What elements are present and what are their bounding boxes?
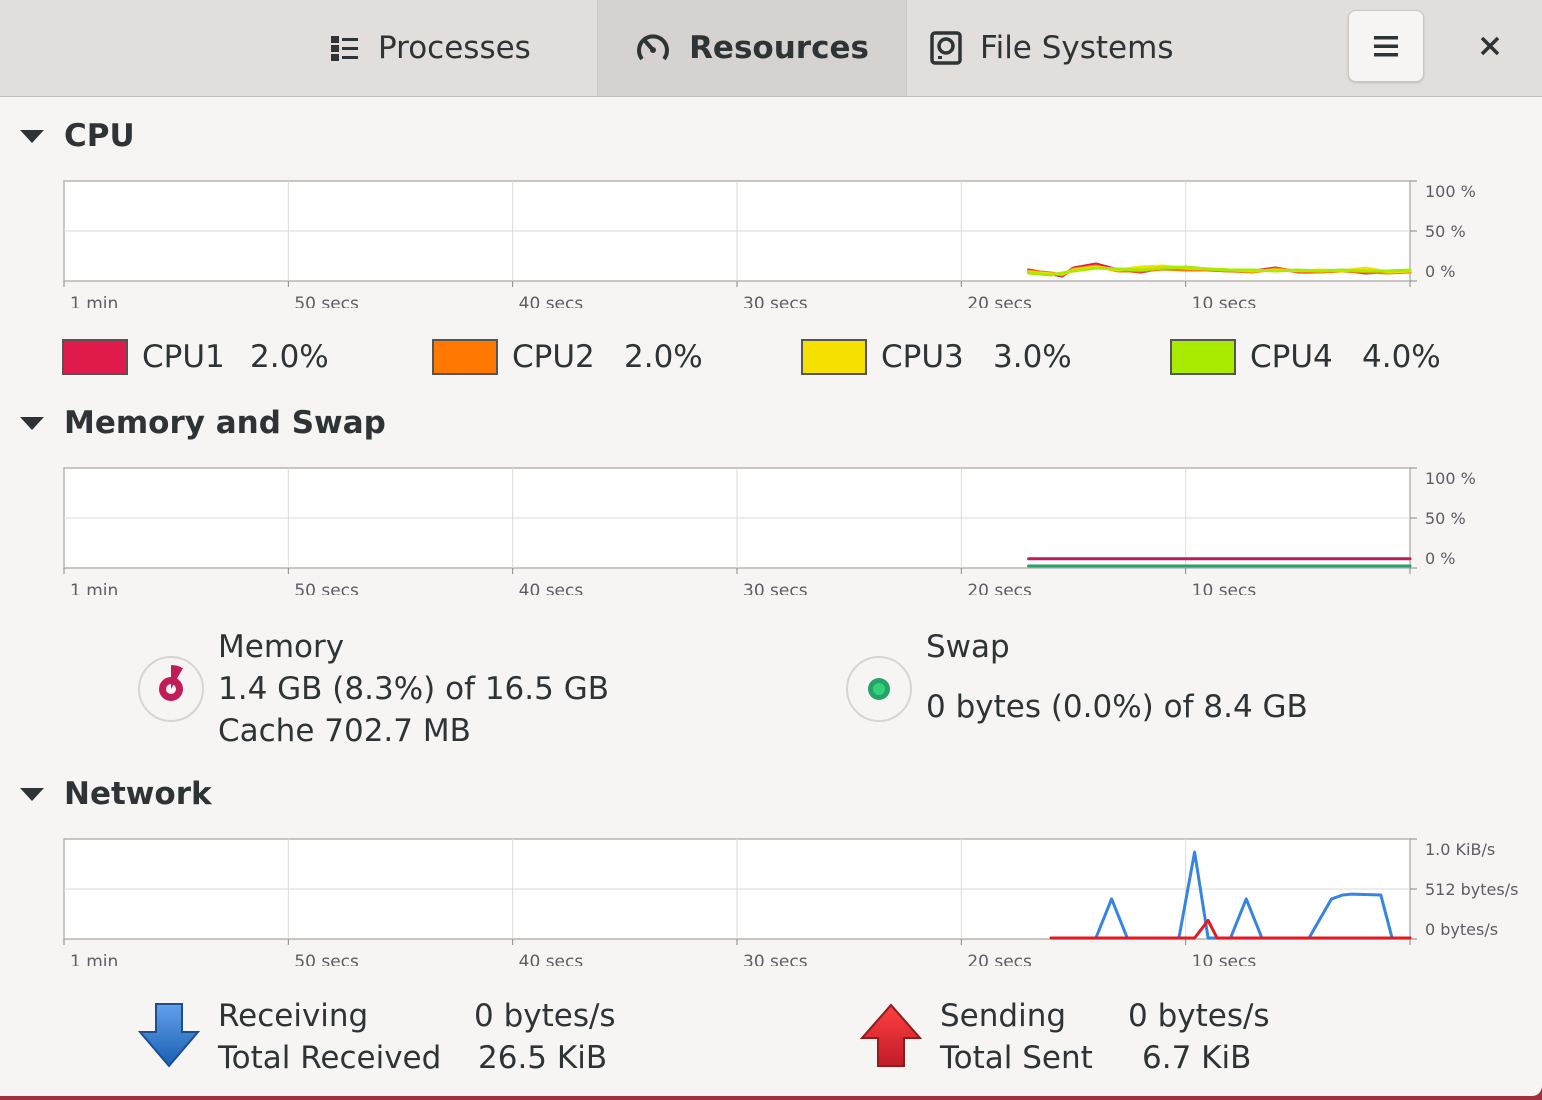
disk-icon bbox=[930, 31, 962, 65]
y-tick-label: 50 % bbox=[1425, 222, 1466, 241]
list-icon bbox=[331, 36, 358, 61]
x-tick-label: 50 secs bbox=[294, 294, 359, 308]
cpu2-color-swatch[interactable] bbox=[432, 339, 498, 375]
cpu-section-toggle[interactable]: CPU bbox=[20, 118, 135, 154]
x-tick-label: 50 secs bbox=[294, 952, 359, 966]
x-tick-label: 30 secs bbox=[743, 581, 808, 595]
close-button[interactable] bbox=[1462, 18, 1518, 74]
memory-cache-text: Cache 702.7 MB bbox=[218, 713, 471, 749]
swap-info: Swap 0 bytes (0.0%) of 8.4 GB bbox=[926, 626, 1308, 728]
swap-used-text: 0 bytes (0.0%) of 8.4 GB bbox=[926, 689, 1308, 725]
cpu-section-title: CPU bbox=[64, 118, 135, 154]
sending-arrow-up-icon[interactable] bbox=[858, 1002, 924, 1070]
memory-section-title: Memory and Swap bbox=[64, 405, 386, 441]
y-tick-label: 0 % bbox=[1425, 262, 1455, 281]
x-tick-label: 1 min bbox=[70, 581, 118, 595]
x-tick-label: 40 secs bbox=[519, 294, 584, 308]
memory-used-text: 1.4 GB (8.3%) of 16.5 GB bbox=[218, 671, 609, 707]
tab-processes[interactable]: Processes bbox=[330, 0, 531, 96]
cpu-history-graph: 1 min 50 secs 40 secs 30 secs 20 secs 10 secs… bbox=[63, 180, 1476, 308]
cpu1-value: 2.0% bbox=[250, 339, 329, 375]
x-tick-label: 1 min bbox=[70, 294, 118, 308]
memory-history-graph: 1 min 50 secs 40 secs 30 secs 20 secs 10 secs… bbox=[63, 467, 1476, 595]
total-sent-label: Total Sent bbox=[940, 1040, 1093, 1076]
expander-arrow-icon bbox=[20, 129, 44, 143]
receiving-value: 0 bytes/s bbox=[474, 998, 616, 1034]
cpu4-value: 4.0% bbox=[1362, 339, 1441, 375]
x-tick-label: 20 secs bbox=[967, 294, 1032, 308]
x-tick-label: 20 secs bbox=[967, 952, 1032, 966]
close-icon bbox=[1480, 36, 1500, 56]
main-menu-button[interactable] bbox=[1348, 10, 1424, 82]
y-tick-label: 100 % bbox=[1425, 182, 1476, 201]
receiving-label: Receiving bbox=[218, 998, 369, 1034]
memory-info: Memory 1.4 GB (8.3%) of 16.5 GB Cache 70… bbox=[218, 626, 609, 752]
hamburger-menu-icon bbox=[1374, 36, 1398, 57]
total-received-label: Total Received bbox=[218, 1040, 442, 1076]
tab-file-systems-label: File Systems bbox=[980, 30, 1174, 66]
total-sent-value: 6.7 KiB bbox=[1142, 1040, 1252, 1076]
tab-resources[interactable]: Resources bbox=[597, 0, 907, 96]
x-tick-label: 40 secs bbox=[519, 952, 584, 966]
expander-arrow-icon bbox=[20, 787, 44, 801]
cpu4-legend[interactable]: CPU4 4.0% bbox=[1170, 339, 1441, 375]
x-tick-label: 30 secs bbox=[743, 294, 808, 308]
receiving-arrow-down-icon[interactable] bbox=[136, 1002, 202, 1070]
tab-resources-label: Resources bbox=[689, 30, 869, 66]
memory-pie-icon[interactable] bbox=[136, 654, 206, 724]
x-tick-label: 10 secs bbox=[1192, 294, 1257, 308]
network-history-graph: 1 min 50 secs 40 secs 30 secs 20 secs 10 secs… bbox=[63, 838, 1518, 966]
tab-processes-label: Processes bbox=[378, 30, 531, 66]
y-tick-label: 1.0 KiB/s bbox=[1425, 840, 1495, 859]
x-tick-label: 40 secs bbox=[519, 581, 584, 595]
tab-file-systems[interactable]: File Systems bbox=[930, 0, 1173, 96]
header-bar: Processes Resources File Systems bbox=[0, 0, 1542, 97]
y-tick-label: 100 % bbox=[1425, 469, 1476, 488]
y-tick-label: 0 % bbox=[1425, 549, 1455, 568]
expander-arrow-icon bbox=[20, 416, 44, 430]
x-tick-label: 50 secs bbox=[294, 581, 359, 595]
y-tick-label: 0 bytes/s bbox=[1425, 920, 1498, 939]
cpu3-legend[interactable]: CPU3 3.0% bbox=[801, 339, 1072, 375]
cpu1-legend[interactable]: CPU1 2.0% bbox=[62, 339, 329, 375]
total-received-value: 26.5 KiB bbox=[478, 1040, 608, 1076]
x-tick-label: 10 secs bbox=[1192, 581, 1257, 595]
cpu2-label: CPU2 bbox=[512, 339, 595, 375]
gauge-icon bbox=[637, 34, 670, 61]
cpu2-legend[interactable]: CPU2 2.0% bbox=[432, 339, 703, 375]
cpu3-color-swatch[interactable] bbox=[801, 339, 867, 375]
x-tick-label: 30 secs bbox=[743, 952, 808, 966]
sending-value: 0 bytes/s bbox=[1128, 998, 1270, 1034]
x-tick-label: 10 secs bbox=[1192, 952, 1257, 966]
y-tick-label: 512 bytes/s bbox=[1425, 880, 1518, 899]
cpu2-value: 2.0% bbox=[624, 339, 703, 375]
x-tick-label: 20 secs bbox=[967, 581, 1032, 595]
memory-label: Memory bbox=[218, 629, 345, 665]
cpu3-label: CPU3 bbox=[881, 339, 964, 375]
y-tick-label: 50 % bbox=[1425, 509, 1466, 528]
cpu1-label: CPU1 bbox=[142, 339, 225, 375]
cpu3-value: 3.0% bbox=[993, 339, 1072, 375]
network-section-title: Network bbox=[64, 776, 212, 812]
memory-section-toggle[interactable]: Memory and Swap bbox=[20, 405, 386, 441]
cpu4-label: CPU4 bbox=[1250, 339, 1333, 375]
x-tick-label: 1 min bbox=[70, 952, 118, 966]
swap-pie-icon[interactable] bbox=[844, 654, 914, 724]
system-monitor-window: Processes Resources File Systems CPU 1 m… bbox=[0, 0, 1542, 1096]
cpu4-color-swatch[interactable] bbox=[1170, 339, 1236, 375]
network-section-toggle[interactable]: Network bbox=[20, 776, 212, 812]
cpu1-color-swatch[interactable] bbox=[62, 339, 128, 375]
swap-label: Swap bbox=[926, 629, 1010, 665]
sending-label: Sending bbox=[940, 998, 1067, 1034]
